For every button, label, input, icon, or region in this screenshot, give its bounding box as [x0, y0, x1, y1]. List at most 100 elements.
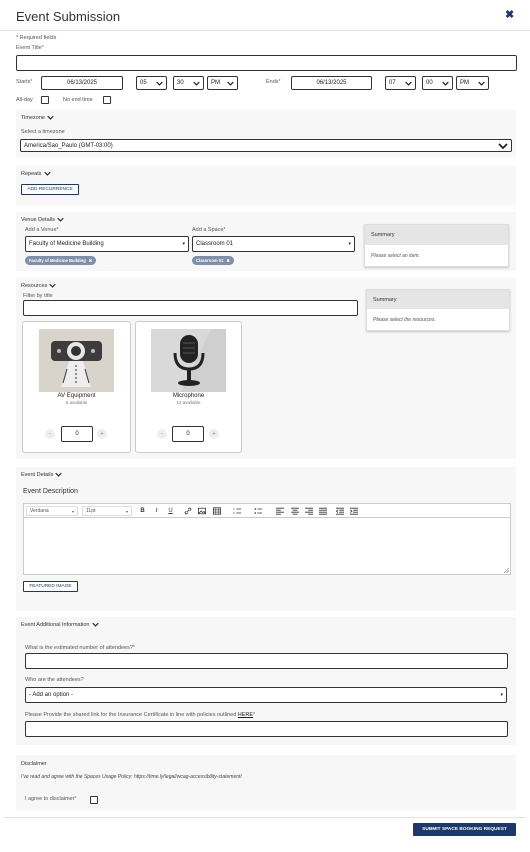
insurance-label: Please Provide the shared link for the I… — [25, 712, 256, 718]
resource-name: AV Equipment — [57, 393, 96, 399]
add-recurrence-button[interactable]: ADD RECURRENCE — [21, 184, 79, 195]
venue-tag: Faculty of Medicine Building ✖ — [25, 256, 97, 265]
resource-availability: 5 available — [65, 400, 88, 405]
venue-header[interactable]: Venue Details — [21, 216, 64, 223]
noend-label: No end time — [63, 97, 93, 103]
noend-checkbox[interactable] — [103, 96, 111, 104]
event-title-label: Event Title* — [16, 45, 44, 51]
space-tag: Classroom 01 ✖ — [192, 256, 234, 265]
image-icon[interactable] — [198, 507, 206, 515]
chevron-down-icon — [442, 81, 449, 86]
filter-label: Filter by title — [23, 293, 53, 299]
dropdown-caret-icon: ▾ — [71, 508, 74, 514]
end-hour-select[interactable]: 07 — [385, 76, 416, 90]
link-icon[interactable] — [184, 507, 192, 515]
align-left-icon[interactable] — [276, 507, 284, 515]
start-hour-select[interactable]: 05 — [136, 76, 167, 90]
attendees-select[interactable]: - Add an option - ▾ — [25, 687, 507, 703]
timezone-label: Select a timezone — [21, 129, 65, 135]
start-date-input[interactable]: 06/13/2025 — [41, 76, 123, 90]
summary-title: Summary — [367, 290, 509, 309]
microphone-icon — [151, 329, 226, 392]
timezone-select[interactable]: America/Sao_Paulo (GMT-03:00) — [20, 139, 512, 152]
insurance-policy-link[interactable]: HERE — [238, 712, 253, 718]
venue-summary: Summary Please select an item. — [364, 224, 509, 267]
numbered-list-icon[interactable]: 12 — [233, 507, 242, 515]
venue-select[interactable]: Faculty of Medicine Building ▾ — [25, 236, 189, 252]
timezone-header[interactable]: Timezone — [21, 114, 54, 121]
attendees-label: Who are the attendees? — [25, 677, 84, 683]
resources-header[interactable]: Resources — [21, 282, 56, 289]
remove-tag-icon[interactable]: ✖ — [89, 258, 93, 263]
event-title-input[interactable] — [16, 55, 517, 71]
align-justify-icon[interactable] — [319, 507, 327, 515]
decrement-button[interactable]: - — [45, 429, 55, 439]
decrement-button[interactable]: - — [157, 429, 167, 439]
start-ampm-select[interactable]: PM — [207, 76, 238, 90]
svg-text:2: 2 — [233, 511, 235, 515]
insurance-link-input[interactable] — [25, 721, 508, 737]
chevron-down-icon — [405, 81, 412, 86]
filter-input[interactable] — [23, 300, 358, 316]
summary-title: Summary — [365, 225, 508, 245]
remove-tag-icon[interactable]: ✖ — [226, 258, 230, 263]
repeats-header[interactable]: Repeats — [21, 170, 51, 177]
outdent-icon[interactable] — [336, 507, 344, 515]
dropdown-caret-icon: ▾ — [500, 692, 503, 698]
description-textarea[interactable] — [24, 519, 510, 565]
space-label: Add a Space* — [192, 227, 226, 233]
dropdown-caret-icon: ▾ — [125, 508, 128, 514]
additional-info-header[interactable]: Event Additional Information — [21, 621, 99, 628]
featured-image-button[interactable]: FEATURED IMAGE — [23, 581, 78, 592]
increment-button[interactable]: + — [97, 429, 107, 439]
start-minute-select[interactable]: 30 — [173, 76, 204, 90]
chevron-down-icon — [498, 142, 508, 149]
allday-label: All-day — [16, 97, 33, 103]
end-ampm-select[interactable]: PM — [456, 76, 489, 90]
summary-text: Please select the resources. — [373, 316, 436, 323]
align-center-icon[interactable] — [291, 507, 299, 515]
disclaimer-checkbox[interactable] — [90, 796, 98, 804]
resource-availability: 12 available — [176, 400, 201, 405]
projector-icon — [39, 329, 114, 392]
chevron-down-icon — [91, 622, 99, 627]
starts-label: Starts* — [16, 79, 33, 85]
indent-icon[interactable] — [350, 507, 358, 515]
space-select[interactable]: Classroom 01 ▾ — [192, 236, 355, 252]
align-right-icon[interactable] — [305, 507, 313, 515]
resize-handle-icon[interactable] — [503, 567, 509, 573]
chevron-down-icon — [49, 283, 56, 288]
quantity-input[interactable]: 0 — [172, 426, 204, 442]
increment-button[interactable]: + — [209, 429, 219, 439]
end-minute-select[interactable]: 00 — [422, 76, 453, 90]
modal-title: Event Submission — [16, 9, 121, 24]
chevron-down-icon — [227, 81, 234, 86]
summary-text: Please select an item. — [371, 252, 420, 259]
disclaimer-text: I've read and agree with the Spaces Usag… — [21, 774, 242, 780]
resources-summary: Summary Please select the resources. — [366, 289, 510, 331]
quantity-input[interactable]: 0 — [61, 426, 93, 442]
disclaimer-header: Disclaimer — [21, 761, 47, 767]
allday-checkbox[interactable] — [41, 96, 49, 104]
dropdown-caret-icon: ▾ — [182, 241, 185, 247]
submit-booking-button[interactable]: SUBMIT SPACE BOOKING REQUEST — [413, 823, 516, 836]
venue-label: Add a Venue* — [25, 227, 59, 233]
repeats-panel — [16, 166, 516, 206]
attendee-count-input[interactable] — [25, 653, 508, 669]
bullet-list-icon[interactable] — [254, 507, 263, 515]
italic-icon[interactable]: I — [152, 506, 161, 515]
font-family-select[interactable]: Verdana ▾ — [26, 506, 78, 516]
underline-icon[interactable]: U — [166, 506, 175, 515]
event-details-header[interactable]: Event Details — [21, 471, 63, 478]
required-note: * Required fields — [16, 35, 57, 41]
close-icon[interactable]: ✖ — [505, 8, 514, 21]
chevron-down-icon — [43, 171, 51, 176]
chevron-down-icon — [156, 81, 163, 86]
table-icon[interactable] — [213, 507, 221, 515]
ends-label: Ends* — [266, 79, 281, 85]
bold-icon[interactable]: B — [138, 506, 147, 515]
dropdown-caret-icon: ▾ — [348, 241, 351, 247]
font-size-select[interactable]: 11pt ▾ — [82, 506, 132, 516]
end-date-input[interactable]: 06/13/2025 — [291, 76, 372, 90]
description-label: Event Description — [23, 488, 78, 495]
